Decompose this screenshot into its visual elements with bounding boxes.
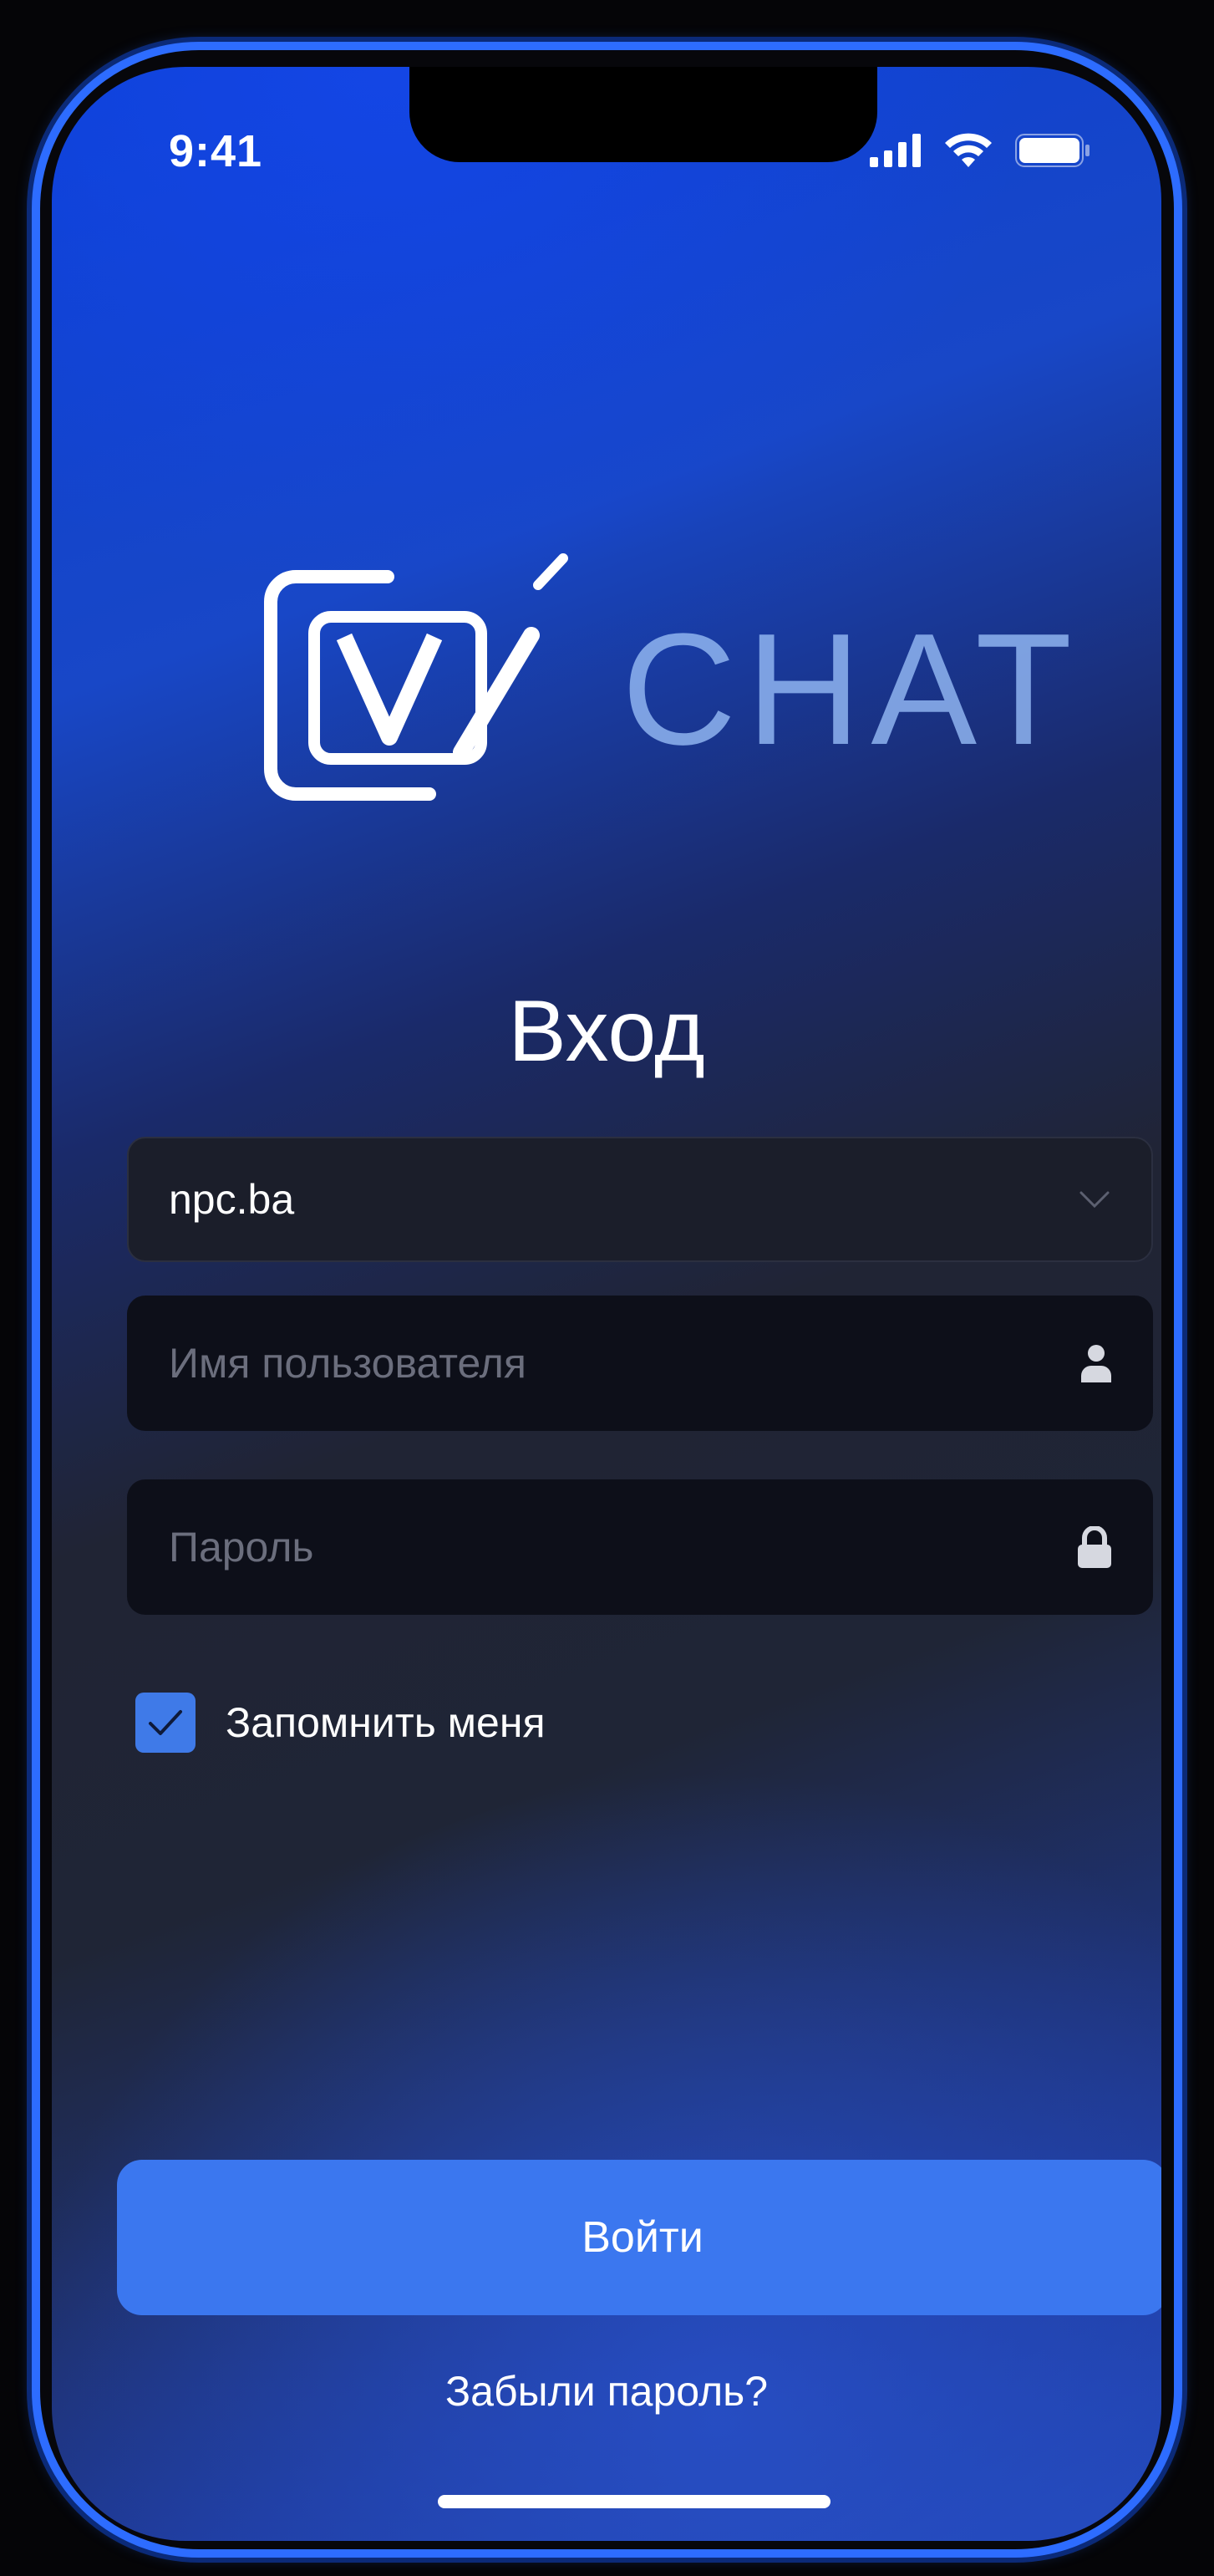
chevron-down-icon [1079, 1191, 1110, 1209]
domain-select[interactable]: npc.ba [127, 1137, 1153, 1262]
user-icon [1081, 1345, 1111, 1382]
username-input[interactable] [167, 1338, 1079, 1388]
battery-icon [1015, 134, 1090, 167]
forgot-password-link[interactable]: Забыли пароль? [52, 2367, 1161, 2416]
login-screen: 9:41 CHAT Вход npc.ba Имя пользователя З… [52, 67, 1161, 2541]
password-input[interactable] [167, 1522, 1076, 1572]
vchat-logo: CHAT [262, 543, 1072, 827]
status-icons [870, 132, 1090, 167]
notch [409, 67, 877, 162]
logo-text: CHAT [622, 601, 1083, 778]
login-button[interactable]: Войти [117, 2160, 1161, 2315]
password-field[interactable] [127, 1479, 1153, 1615]
cellular-signal-icon [870, 134, 921, 167]
wifi-icon [945, 133, 992, 167]
checkmark-icon [149, 1710, 182, 1735]
remember-checkbox[interactable] [135, 1693, 196, 1753]
page-title: Вход [508, 983, 705, 1080]
remember-me[interactable]: Запомнить меня [135, 1693, 546, 1753]
username-field[interactable] [127, 1296, 1153, 1431]
lock-icon [1078, 1526, 1111, 1568]
domain-value: npc.ba [169, 1176, 295, 1223]
status-time: 9:41 [169, 126, 263, 176]
remember-label: Запомнить меня [226, 1699, 546, 1746]
logo-mark-icon [264, 553, 568, 801]
home-indicator[interactable] [438, 2495, 830, 2508]
